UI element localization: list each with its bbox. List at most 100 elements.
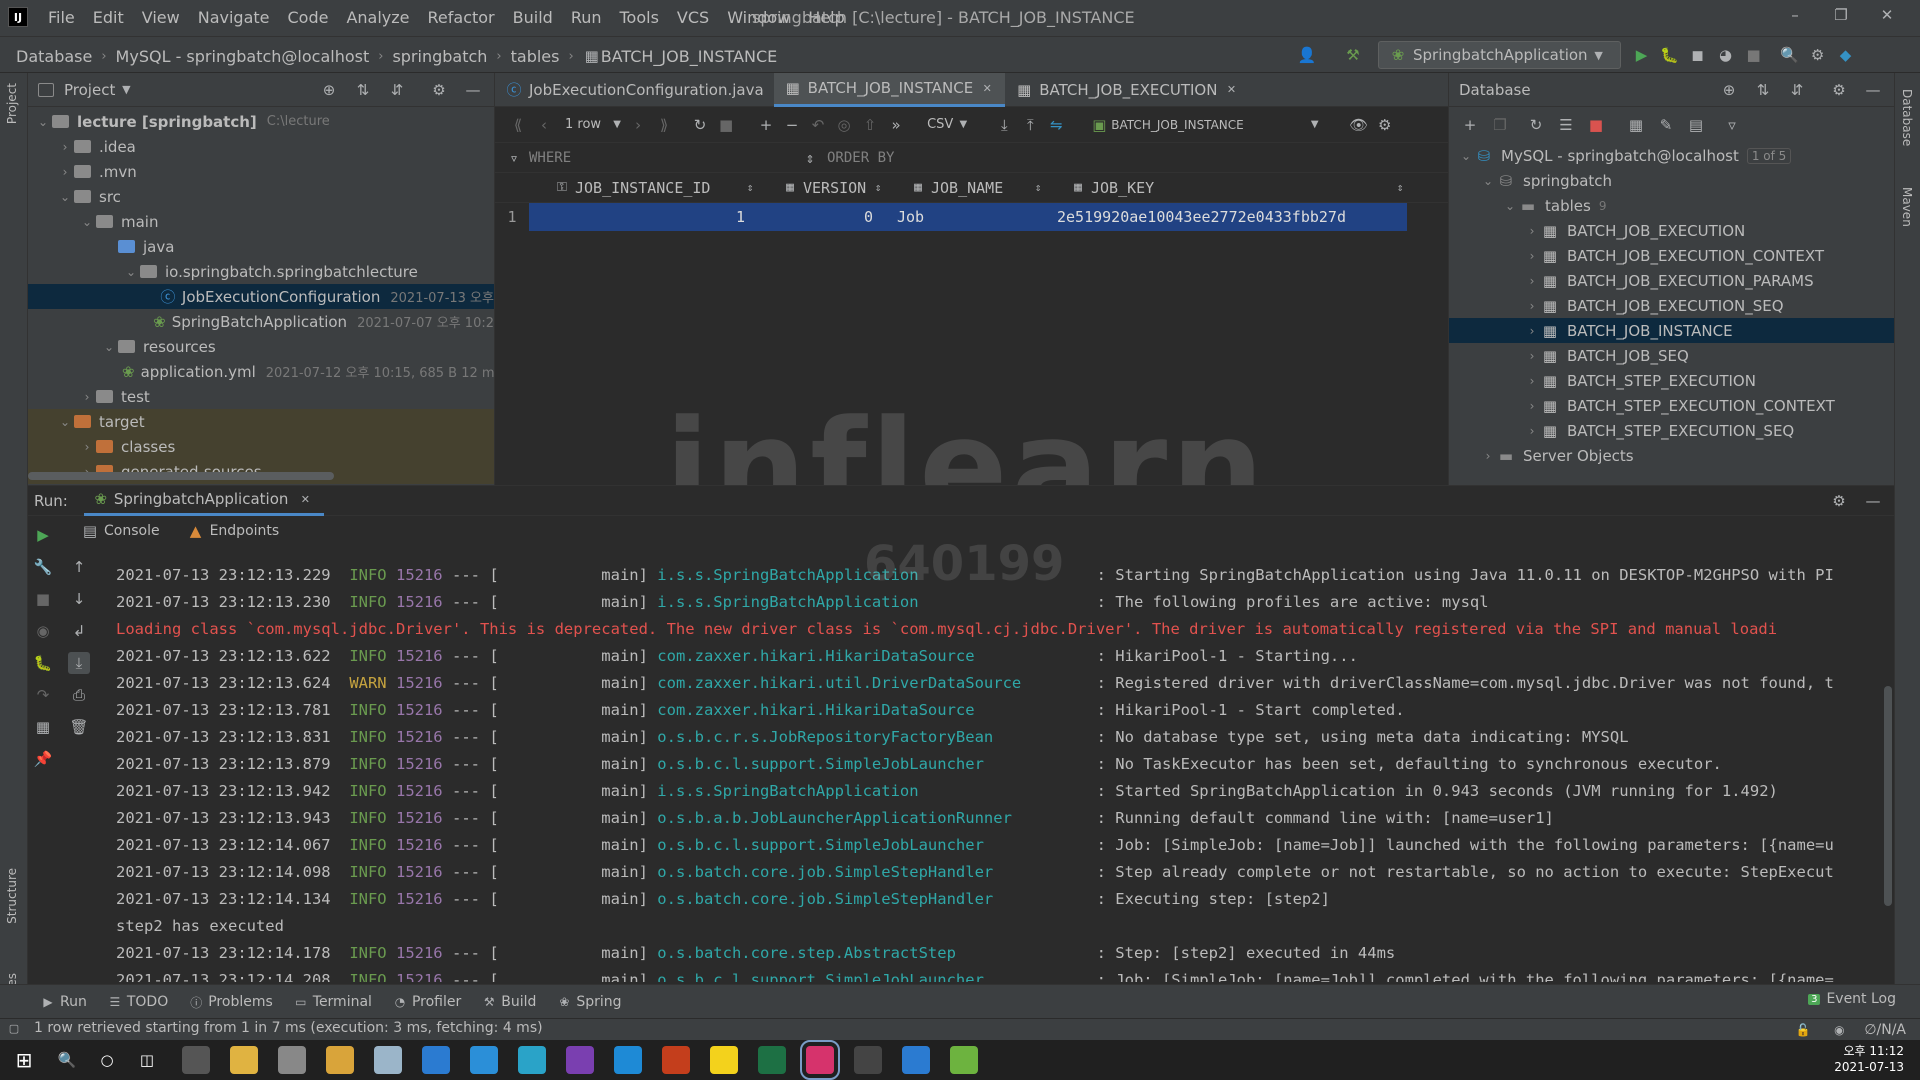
chevron-down-icon[interactable]: ⌄: [56, 415, 74, 429]
view-icon[interactable]: ◎: [833, 114, 855, 136]
project-tree-item[interactable]: ⓒ JobExecutionConfiguration 2021-07-13 오후: [28, 284, 494, 309]
editor-tab[interactable]: ⓒ JobExecutionConfiguration.java: [495, 73, 774, 107]
scroll-down-icon[interactable]: ↓: [68, 588, 90, 610]
table-cell-version[interactable]: 0: [757, 208, 885, 226]
eye-icon[interactable]: 👁: [1348, 114, 1370, 136]
intellij-icon[interactable]: [800, 1040, 840, 1080]
close-icon[interactable]: ✕: [294, 488, 316, 510]
wrench-icon[interactable]: 🔧: [32, 556, 54, 578]
tool-window-run[interactable]: ▶ Run: [40, 991, 86, 1013]
menu-item-navigate[interactable]: Navigate: [198, 8, 270, 27]
bdesk-icon[interactable]: [902, 1046, 930, 1074]
run-icon[interactable]: ▶: [1631, 44, 1653, 66]
project-tree-item[interactable]: ⌄ main: [28, 209, 494, 234]
plugin-icon[interactable]: ◆: [1835, 44, 1857, 66]
locate-icon[interactable]: ⊕: [1718, 79, 1740, 101]
last-page-icon[interactable]: ⟫: [653, 114, 675, 136]
chevron-down-icon[interactable]: ⌄: [56, 190, 74, 204]
database-tables-folder[interactable]: ⌄ ▬ tables 9: [1449, 193, 1894, 218]
excel-icon[interactable]: [758, 1046, 786, 1074]
project-tree-item[interactable]: ❀ SpringBatchApplication 2021-07-07 오후 10:…: [28, 309, 494, 334]
calculator-app-icon[interactable]: [182, 1046, 210, 1074]
build-hammer-icon[interactable]: ⚒: [1342, 44, 1364, 66]
onenote-icon[interactable]: [566, 1046, 594, 1074]
chevron-down-icon[interactable]: ⌄: [122, 265, 140, 279]
chevron-right-icon[interactable]: ›: [1523, 424, 1541, 438]
powerpoint-icon[interactable]: [662, 1046, 690, 1074]
run-tab[interactable]: ❀ SpringbatchApplication ✕: [83, 486, 325, 516]
coverage-icon[interactable]: ◼: [1687, 44, 1709, 66]
menu-item-tools[interactable]: Tools: [620, 8, 659, 27]
search-icon[interactable]: 🔍: [56, 1049, 78, 1071]
soft-wrap-icon[interactable]: ↲: [68, 620, 90, 642]
run-config-select[interactable]: ❀ SpringbatchApplication ▼: [1378, 41, 1621, 69]
console-output[interactable]: 2021-07-13 23:12:13.229 INFO 15216 --- […: [116, 562, 1876, 982]
project-tree-item[interactable]: java: [28, 234, 494, 259]
schema-icon[interactable]: ☰: [1555, 114, 1577, 136]
cortana-icon[interactable]: ○: [96, 1049, 118, 1071]
file-explorer-icon[interactable]: [230, 1046, 258, 1074]
collapse-all-icon[interactable]: ⇵: [1786, 79, 1808, 101]
gear-icon[interactable]: ⚙: [428, 79, 450, 101]
scroll-to-end-icon[interactable]: ⤓: [68, 652, 90, 674]
database-tool-button[interactable]: Database: [1900, 85, 1914, 146]
project-tree-item[interactable]: ⌄ io.springbatch.springbatchlecture: [28, 259, 494, 284]
vscode-icon[interactable]: [422, 1046, 450, 1074]
lock-icon[interactable]: 🔓: [1792, 1019, 1814, 1041]
database-table-item[interactable]: › ▦ BATCH_STEP_EXECUTION_SEQ: [1449, 418, 1894, 443]
expand-all-icon[interactable]: ⇅: [1752, 79, 1774, 101]
tool-window-problems[interactable]: ⓘ Problems: [188, 991, 273, 1013]
project-tree-item[interactable]: ❀ application.yml 2021-07-12 오후 10:15, 685…: [28, 359, 495, 384]
database-connection[interactable]: ⌄ ⛁ MySQL - springbatch@localhost 1 of 5: [1449, 143, 1894, 168]
windows-start-icon[interactable]: ⊞: [10, 1046, 38, 1074]
project-tree-item[interactable]: › classes: [28, 434, 494, 459]
revert-icon[interactable]: ↶: [807, 114, 829, 136]
clock-time[interactable]: 오후 11:12: [1834, 1043, 1904, 1059]
notifications-icon[interactable]: ◉: [1828, 1019, 1850, 1041]
filter-icon[interactable]: ▿: [1721, 114, 1743, 136]
edit-icon[interactable]: ✎: [1655, 114, 1677, 136]
trash-icon[interactable]: 🗑: [68, 716, 90, 738]
tool-window-todo[interactable]: ☰ TODO: [107, 991, 168, 1013]
where-field[interactable]: WHERE: [529, 150, 799, 166]
column-header[interactable]: ⚿ JOB_INSTANCE_ID ⇕: [529, 177, 757, 199]
hide-icon[interactable]: —: [1862, 490, 1884, 512]
chevron-right-icon[interactable]: ›: [56, 140, 74, 154]
breadcrumb-item[interactable]: springbatch: [392, 47, 487, 66]
hide-icon[interactable]: —: [1862, 79, 1884, 101]
chevron-right-icon[interactable]: ›: [1523, 224, 1541, 238]
restore-icon[interactable]: ❐: [1818, 4, 1864, 26]
chevron-right-icon[interactable]: ›: [56, 165, 74, 179]
sort-icon[interactable]: ⇕: [1393, 177, 1407, 199]
console-icon[interactable]: ▤: [1685, 114, 1707, 136]
refresh-icon[interactable]: ↻: [689, 114, 711, 136]
stop-icon[interactable]: ■: [1743, 44, 1765, 66]
project-tree-item[interactable]: ⌄ resources: [28, 334, 494, 359]
close-icon[interactable]: ✕: [979, 77, 995, 99]
search-icon[interactable]: 🔍: [1779, 44, 1801, 66]
refresh-icon[interactable]: ↻: [1525, 114, 1547, 136]
clock-date[interactable]: 2021-07-13: [1834, 1059, 1904, 1075]
previous-page-icon[interactable]: ‹: [533, 114, 555, 136]
database-table-item[interactable]: › ▦ BATCH_JOB_INSTANCE: [1449, 318, 1894, 343]
menu-item-code[interactable]: Code: [288, 8, 329, 27]
exit-icon[interactable]: ↷: [32, 684, 54, 706]
app-icon[interactable]: [614, 1046, 642, 1074]
project-tree-item[interactable]: ⌄ target: [28, 409, 494, 434]
rows-select[interactable]: 1 row: [565, 117, 601, 132]
table-icon[interactable]: ▦: [1625, 114, 1647, 136]
user-icon[interactable]: 👤: [1296, 44, 1318, 66]
compare-icon[interactable]: ⇋: [1045, 114, 1067, 136]
project-panel-title[interactable]: Project: [64, 81, 115, 99]
status-right[interactable]: ∅/N/A: [1864, 1022, 1906, 1038]
menu-item-file[interactable]: File: [48, 8, 75, 27]
chevron-down-icon[interactable]: ⌄: [1501, 199, 1519, 213]
debug-icon[interactable]: 🐛: [32, 652, 54, 674]
chrome-icon[interactable]: [326, 1046, 354, 1074]
tool-window-profiler[interactable]: ◔ Profiler: [392, 991, 462, 1013]
column-header[interactable]: ▦ JOB_NAME ⇕: [885, 177, 1045, 199]
cancel-query-icon[interactable]: ■: [715, 114, 737, 136]
maven-tool-button[interactable]: Maven: [1900, 183, 1914, 227]
delete-row-icon[interactable]: −: [781, 114, 803, 136]
breadcrumb-item[interactable]: tables: [511, 47, 560, 66]
